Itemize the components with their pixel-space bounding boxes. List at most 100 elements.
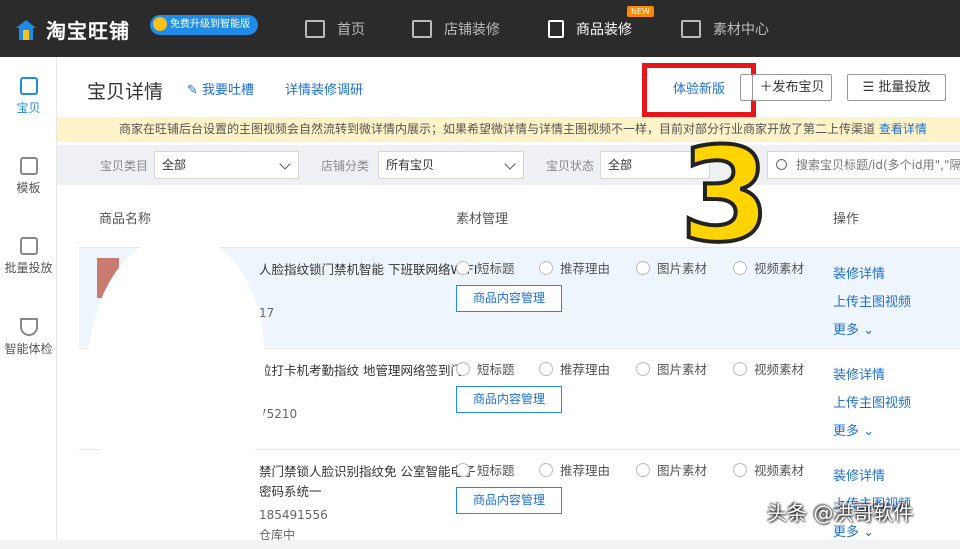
radio-short-title[interactable]: 短标题 xyxy=(456,460,515,479)
chevron-down-icon: ⌄ xyxy=(859,424,875,439)
radio-label: 视频素材 xyxy=(754,362,805,377)
status-label: 宝贝状态 xyxy=(546,159,595,173)
menu-icon: ☰ xyxy=(862,80,879,95)
more-link[interactable]: 更多 ⌄ xyxy=(833,319,874,338)
chevron-down-icon: ⌄ xyxy=(859,525,875,540)
content-manage-button[interactable]: 商品内容管理 xyxy=(456,386,562,413)
sidebar-item-batch[interactable]: 批量投放 xyxy=(0,237,57,276)
sidebar-item-label: 宝贝 xyxy=(16,101,41,115)
watermark: 头条 @洪哥软件 xyxy=(767,501,914,525)
radio-circle xyxy=(539,260,553,275)
nav-product-decor[interactable]: 商品装修 xyxy=(548,0,632,57)
radio-label: 图片素材 xyxy=(657,463,708,478)
radio-short-title[interactable]: 短标题 xyxy=(456,258,515,277)
chevron-down-icon xyxy=(504,158,516,170)
radio-recommend[interactable]: 推荐理由 xyxy=(539,258,610,277)
radio-image[interactable]: 图片素材 xyxy=(636,359,707,378)
product-id: 17 xyxy=(259,306,275,320)
column-header-material: 素材管理 xyxy=(456,212,509,227)
radio-circle xyxy=(733,462,747,477)
plus-icon: ＋ xyxy=(759,80,773,95)
try-new-version-button[interactable]: 体验新版 xyxy=(642,63,756,117)
nav-material-center-label: 素材中心 xyxy=(713,21,769,38)
nav-home-label: 首页 xyxy=(337,21,365,38)
chevron-down-icon xyxy=(279,158,291,170)
radio-recommend[interactable]: 推荐理由 xyxy=(539,460,610,479)
folder-icon xyxy=(19,157,38,175)
radio-image[interactable]: 图片素材 xyxy=(636,460,707,479)
batch-publish-button[interactable]: ☰ 批量投放 xyxy=(847,74,946,101)
logo-text: 淘宝旺铺 xyxy=(46,19,130,43)
more-link-label: 更多 xyxy=(833,424,860,439)
product-id: 75210 xyxy=(259,407,298,421)
divider xyxy=(740,74,752,101)
nav-home[interactable]: 首页 xyxy=(305,0,365,57)
product-name[interactable]: 拉打卡机考勤指纹 地管理网络签到门 xyxy=(259,361,479,381)
search-input[interactable]: 搜索宝贝标题/id(多个id用","隔开) xyxy=(767,151,960,179)
list-icon xyxy=(548,19,564,38)
sidebar-item-label: 模板 xyxy=(16,181,41,195)
app-logo[interactable]: 淘宝旺铺 xyxy=(14,15,130,44)
redaction-blob xyxy=(57,455,217,540)
shop-category-select[interactable]: 所有宝贝 xyxy=(378,151,524,179)
radio-label: 图片素材 xyxy=(657,362,708,377)
upload-video-link[interactable]: 上传主图视频 xyxy=(833,291,911,310)
decorate-detail-link[interactable]: 装修详情 xyxy=(833,465,885,484)
decorate-detail-link[interactable]: 装修详情 xyxy=(833,364,885,383)
radio-circle xyxy=(636,462,650,477)
radio-video[interactable]: 视频素材 xyxy=(733,359,804,378)
home-icon xyxy=(305,19,325,38)
category-select[interactable]: 全部 xyxy=(154,151,299,179)
sidebar-item-checkup[interactable]: 智能体检 xyxy=(0,318,57,357)
nav-product-decor-label: 商品装修 xyxy=(576,21,632,38)
column-header-ops: 操作 xyxy=(833,212,860,227)
publish-button[interactable]: ＋发布宝贝 xyxy=(752,74,832,101)
radio-label: 短标题 xyxy=(477,362,515,377)
radio-circle xyxy=(539,361,553,376)
radio-short-title[interactable]: 短标题 xyxy=(456,359,515,378)
sidebar-item-template[interactable]: 模板 xyxy=(0,157,57,196)
radio-label: 推荐理由 xyxy=(560,463,611,478)
nav-shop-decor-label: 店铺装修 xyxy=(444,21,500,38)
radio-circle xyxy=(456,462,470,477)
bulb-icon xyxy=(153,17,167,31)
nav-material-center[interactable]: 素材中心 xyxy=(681,0,769,57)
product-name[interactable]: 人脸指纹锁门禁机智能 下班联网络WIFI xyxy=(259,260,479,280)
radio-label: 推荐理由 xyxy=(560,362,611,377)
page-title: 宝贝详情 xyxy=(87,81,164,103)
category-select-value: 全部 xyxy=(162,158,187,172)
radio-circle xyxy=(539,462,553,477)
shop-icon xyxy=(412,19,432,38)
decorate-detail-link[interactable]: 装修详情 xyxy=(833,263,885,282)
nav-shop-decor[interactable]: 店铺装修 xyxy=(412,0,500,57)
column-header-name: 商品名称 xyxy=(99,212,152,227)
upload-video-link[interactable]: 上传主图视频 xyxy=(833,392,911,411)
more-link-label: 更多 xyxy=(833,525,860,540)
content-manage-button[interactable]: 商品内容管理 xyxy=(456,285,562,312)
product-name[interactable]: 禁门禁锁人脸识别指纹免 公室智能电子密码系统一 xyxy=(259,462,479,502)
radio-video[interactable]: 视频素材 xyxy=(733,460,804,479)
radio-label: 短标题 xyxy=(477,261,515,276)
step-number-overlay: 3 xyxy=(678,119,772,271)
notice-link[interactable]: 查看详情 xyxy=(879,122,927,136)
edit-icon: ✎ xyxy=(187,83,203,98)
upgrade-badge[interactable]: 免费升级到智能版 xyxy=(150,15,258,35)
search-icon xyxy=(776,159,787,170)
radio-recommend[interactable]: 推荐理由 xyxy=(539,359,610,378)
list-edit-icon xyxy=(19,237,38,255)
left-sidebar: 宝贝 模板 批量投放 智能体检 xyxy=(0,57,57,540)
sidebar-item-label: 批量投放 xyxy=(4,261,53,275)
content-manage-button[interactable]: 商品内容管理 xyxy=(456,487,562,514)
more-link-label: 更多 xyxy=(833,323,860,338)
more-link[interactable]: 更多 ⌄ xyxy=(833,420,874,439)
notice-banner: 商家在旺铺后台设置的主图视频会自然流转到微详情内展示；如果希望微详情与详情主图视… xyxy=(57,117,960,142)
house-logo-icon xyxy=(14,18,38,42)
new-tag: NEW xyxy=(627,6,654,17)
sidebar-item-baobei[interactable]: 宝贝 xyxy=(0,77,57,116)
product-id: 185491556 xyxy=(259,508,328,522)
upgrade-badge-label: 免费升级到智能版 xyxy=(170,19,250,30)
radio-circle xyxy=(636,260,650,275)
survey-link[interactable]: 详情装修调研 xyxy=(285,79,363,98)
folder-icon xyxy=(681,19,701,38)
feedback-link[interactable]: ✎ 我要吐槽 xyxy=(187,79,254,98)
